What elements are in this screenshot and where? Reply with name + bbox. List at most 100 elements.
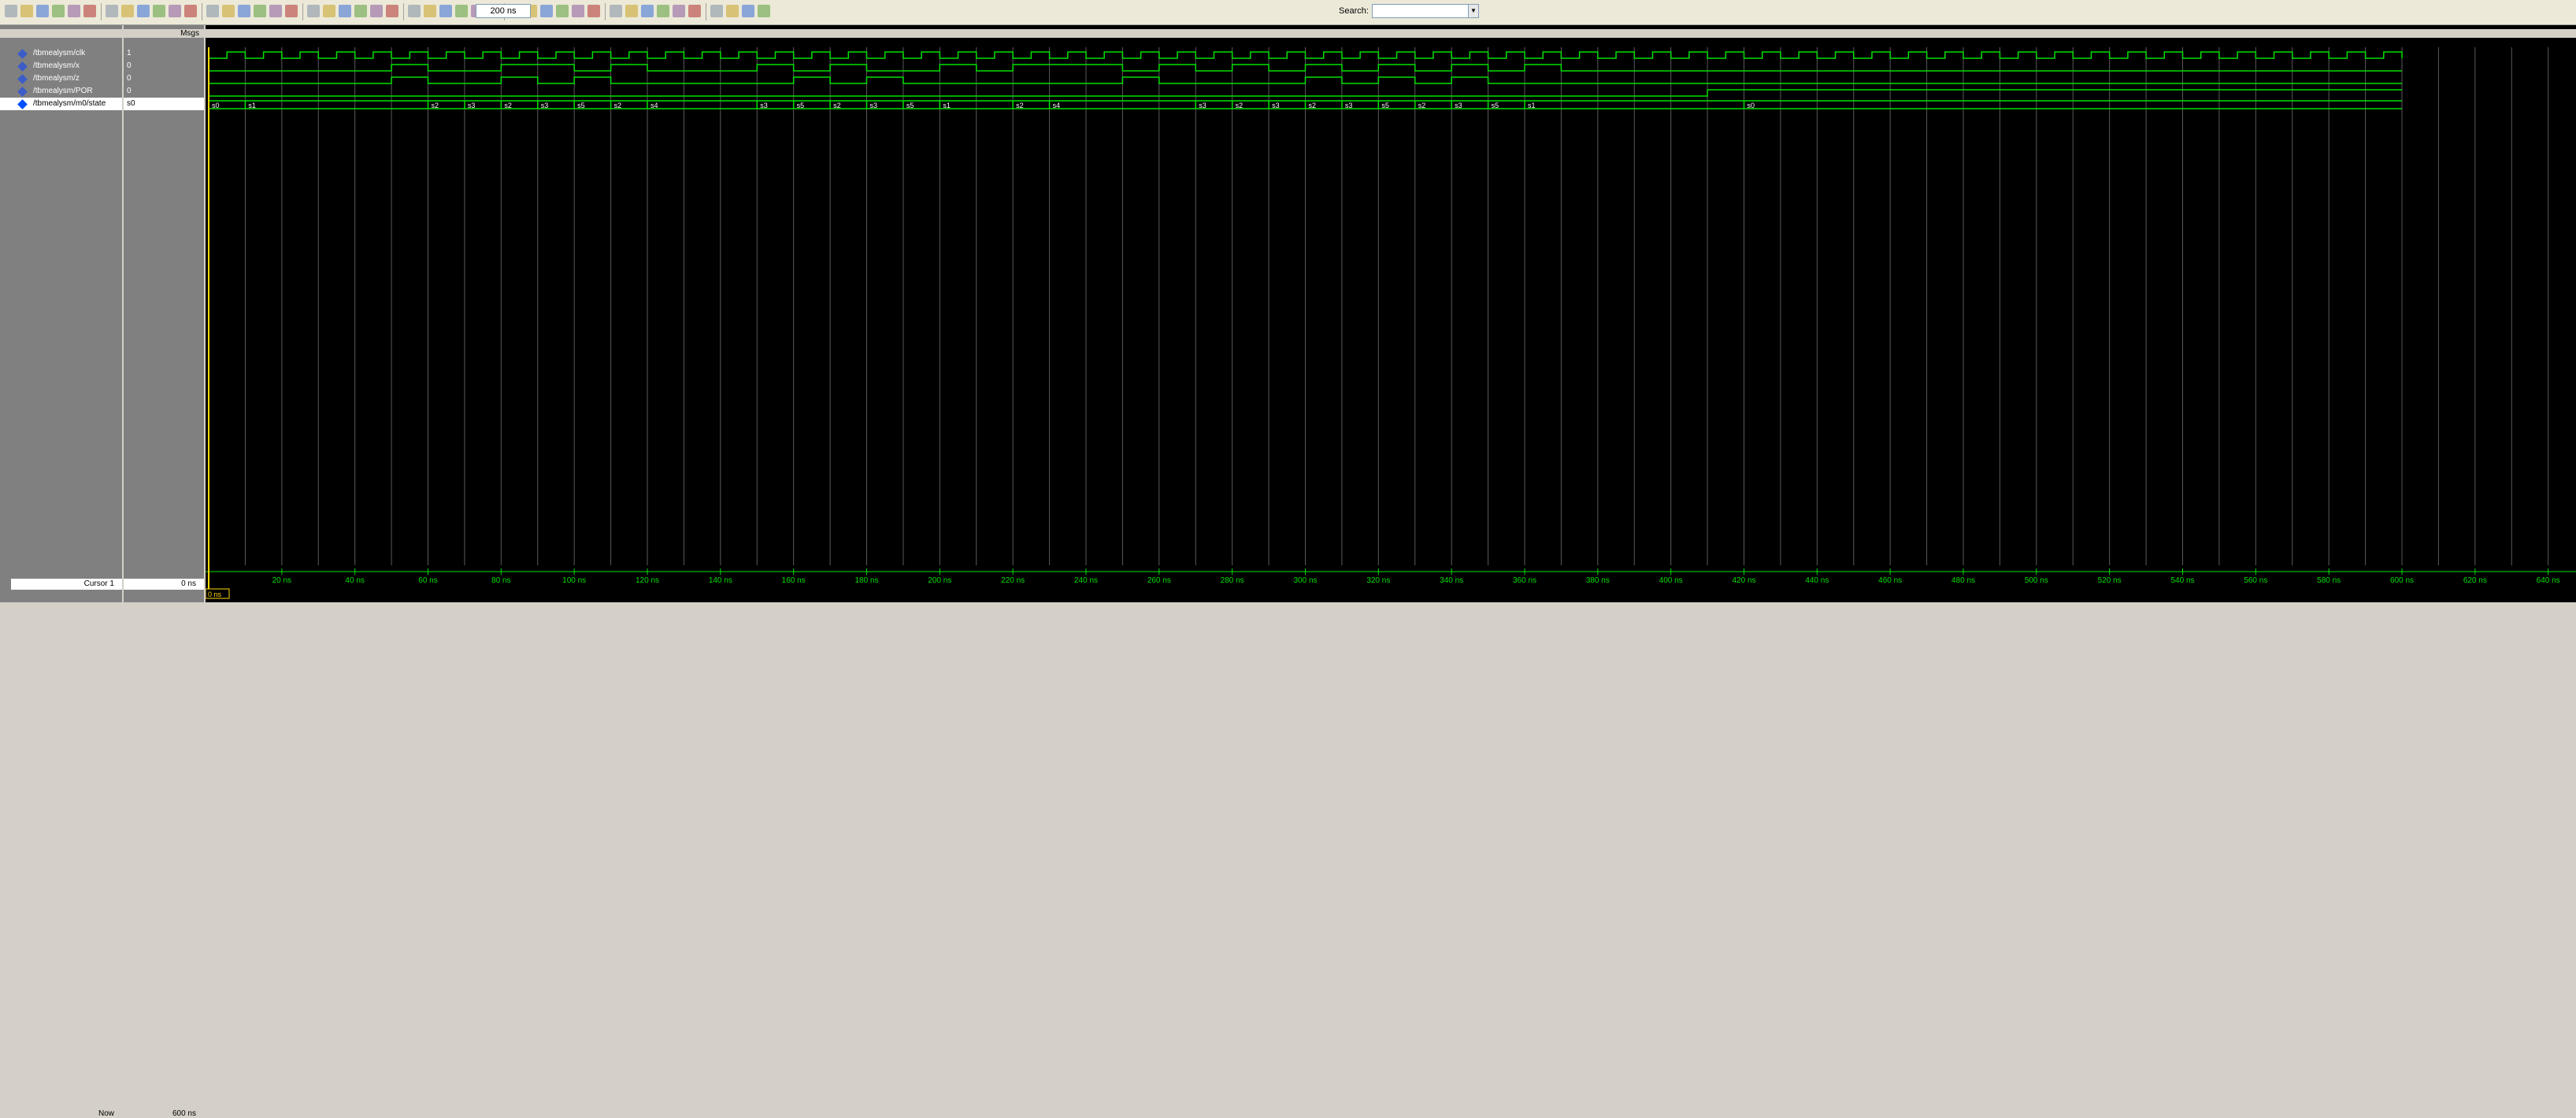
timeline-tick-label: 560 ns — [2244, 576, 2267, 585]
timeline-tick-label: 280 ns — [1221, 576, 1244, 585]
timeline-tick-label: 600 ns — [2390, 576, 2414, 585]
zoom-fit-icon[interactable] — [610, 5, 622, 17]
search-label: Search: — [1339, 6, 1369, 16]
break-icon[interactable] — [254, 5, 266, 17]
select-icon[interactable] — [673, 5, 685, 17]
save-all-icon[interactable] — [52, 5, 65, 17]
list-icon[interactable] — [370, 5, 383, 17]
timeline-tick-label: 580 ns — [2317, 576, 2341, 585]
state-label: s2 — [432, 102, 439, 109]
cursor-time-label: 0 ns — [208, 590, 222, 598]
timeline-tick-label: 400 ns — [1659, 576, 1683, 585]
search-dropdown-icon[interactable]: ▼ — [1468, 4, 1479, 18]
step-icon[interactable] — [269, 5, 282, 17]
state-label: s3 — [870, 102, 878, 109]
new-icon[interactable] — [5, 5, 17, 17]
signal-diamond-icon — [17, 49, 28, 59]
run-icon[interactable] — [169, 5, 181, 17]
value-row-clk: 1 — [124, 47, 204, 60]
timeline-tick-label: 380 ns — [1586, 576, 1610, 585]
state-label: s2 — [1418, 102, 1426, 109]
signal-row-por[interactable]: /tbmealysm/POR — [0, 85, 122, 98]
delete-icon[interactable] — [710, 5, 723, 17]
step-over-icon[interactable] — [285, 5, 298, 17]
memory-icon[interactable] — [408, 5, 421, 17]
zoom-out-icon[interactable] — [587, 5, 600, 17]
now-label: Now — [98, 1109, 114, 1118]
signal-row-clk[interactable]: /tbmealysm/clk — [0, 47, 122, 60]
continue-icon[interactable] — [323, 5, 335, 17]
signal-diamond-icon — [17, 74, 28, 84]
signal-row-state[interactable]: /tbmealysm/m0/state — [0, 98, 122, 110]
waveform-pane[interactable]: s0 s1 s2 s3 s2 s3 s5 s2 s4 s3 s5 s2 s3 s5 s1 s2 s4 s3 s2 s3… — [206, 25, 2576, 602]
open-icon[interactable] — [20, 5, 33, 17]
signal-name: /tbmealysm/m0/state — [33, 99, 106, 108]
timeline-tick-label: 480 ns — [1951, 576, 1975, 585]
search-input[interactable] — [1372, 4, 1476, 18]
timeline-tick-label: 460 ns — [1878, 576, 1902, 585]
step-out-icon[interactable] — [307, 5, 320, 17]
zoom-cursor-icon[interactable] — [625, 5, 638, 17]
timeline-tick-label: 320 ns — [1366, 576, 1390, 585]
state-label: s2 — [614, 102, 622, 109]
timeline-tick-label: 20 ns — [272, 576, 291, 585]
up-icon[interactable] — [424, 5, 436, 17]
expand-icon[interactable] — [742, 5, 754, 17]
state-label: s3 — [1199, 102, 1206, 109]
state-label: s4 — [1053, 102, 1061, 109]
cursor-row-names[interactable]: Cursor 1 — [11, 579, 122, 590]
find-icon[interactable] — [184, 5, 197, 17]
timeline-tick-label: 520 ns — [2098, 576, 2122, 585]
timeline-tick-label: 500 ns — [2025, 576, 2048, 585]
signal-name: /tbmealysm/x — [33, 61, 80, 70]
cursor-label: Cursor 1 — [83, 579, 114, 588]
edit-icon[interactable] — [657, 5, 669, 17]
timeline-tick-label: 160 ns — [782, 576, 806, 585]
signal-row-x[interactable]: /tbmealysm/x — [0, 60, 122, 72]
state-label: s3 — [541, 102, 549, 109]
waveform-canvas[interactable]: s0 s1 s2 s3 s2 s3 s5 s2 s4 s3 s5 s2 s3 s5 s1 s2 s4 s3 s2 s3… — [206, 25, 2576, 602]
toolbar-separator — [302, 3, 303, 20]
signal-row-z[interactable]: /tbmealysm/z — [0, 72, 122, 85]
zoom-icon[interactable] — [206, 5, 219, 17]
collapse-icon[interactable] — [758, 5, 770, 17]
save-icon[interactable] — [36, 5, 49, 17]
cut-icon[interactable] — [83, 5, 96, 17]
dataflow-icon[interactable] — [386, 5, 398, 17]
signal-value: 0 — [127, 87, 132, 95]
main-toolbar: 200 ns Search: ▼ — [0, 0, 2576, 25]
state-label: s3 — [1272, 102, 1280, 109]
toolbar-separator — [403, 3, 404, 20]
timeline-tick-label: 540 ns — [2170, 576, 2194, 585]
timeline-tick-label: 140 ns — [709, 576, 732, 585]
copy-icon[interactable] — [106, 5, 118, 17]
compile-icon[interactable] — [222, 5, 235, 17]
paste-icon[interactable] — [121, 5, 134, 17]
state-label: s0 — [1748, 102, 1755, 109]
zoom-full-icon[interactable] — [641, 5, 654, 17]
redo-icon[interactable] — [153, 5, 165, 17]
run-length-input[interactable]: 200 ns — [476, 4, 531, 18]
zoom-in-icon[interactable] — [572, 5, 584, 17]
value-row-state: s0 — [124, 98, 204, 110]
wave-icon[interactable] — [354, 5, 367, 17]
cursor-row-values[interactable]: 0 ns — [124, 579, 204, 590]
restart-icon[interactable] — [238, 5, 250, 17]
cursor-icon[interactable] — [556, 5, 569, 17]
state-label: s5 — [1381, 102, 1389, 109]
state-label: s1 — [943, 102, 951, 109]
value-row-por: 0 — [124, 85, 204, 98]
timeline-tick-label: 640 ns — [2537, 576, 2560, 585]
signal-name: /tbmealysm/z — [33, 74, 80, 83]
signal-icon[interactable] — [726, 5, 739, 17]
insert-icon[interactable] — [688, 5, 701, 17]
print-icon[interactable] — [68, 5, 80, 17]
stop-icon[interactable] — [339, 5, 351, 17]
value-row-z: 0 — [124, 72, 204, 85]
down-icon[interactable] — [439, 5, 452, 17]
toolbar-separator — [101, 3, 102, 20]
ungroup-icon[interactable] — [540, 5, 553, 17]
signal-diamond-icon — [17, 87, 28, 97]
left-icon[interactable] — [455, 5, 468, 17]
undo-icon[interactable] — [137, 5, 150, 17]
